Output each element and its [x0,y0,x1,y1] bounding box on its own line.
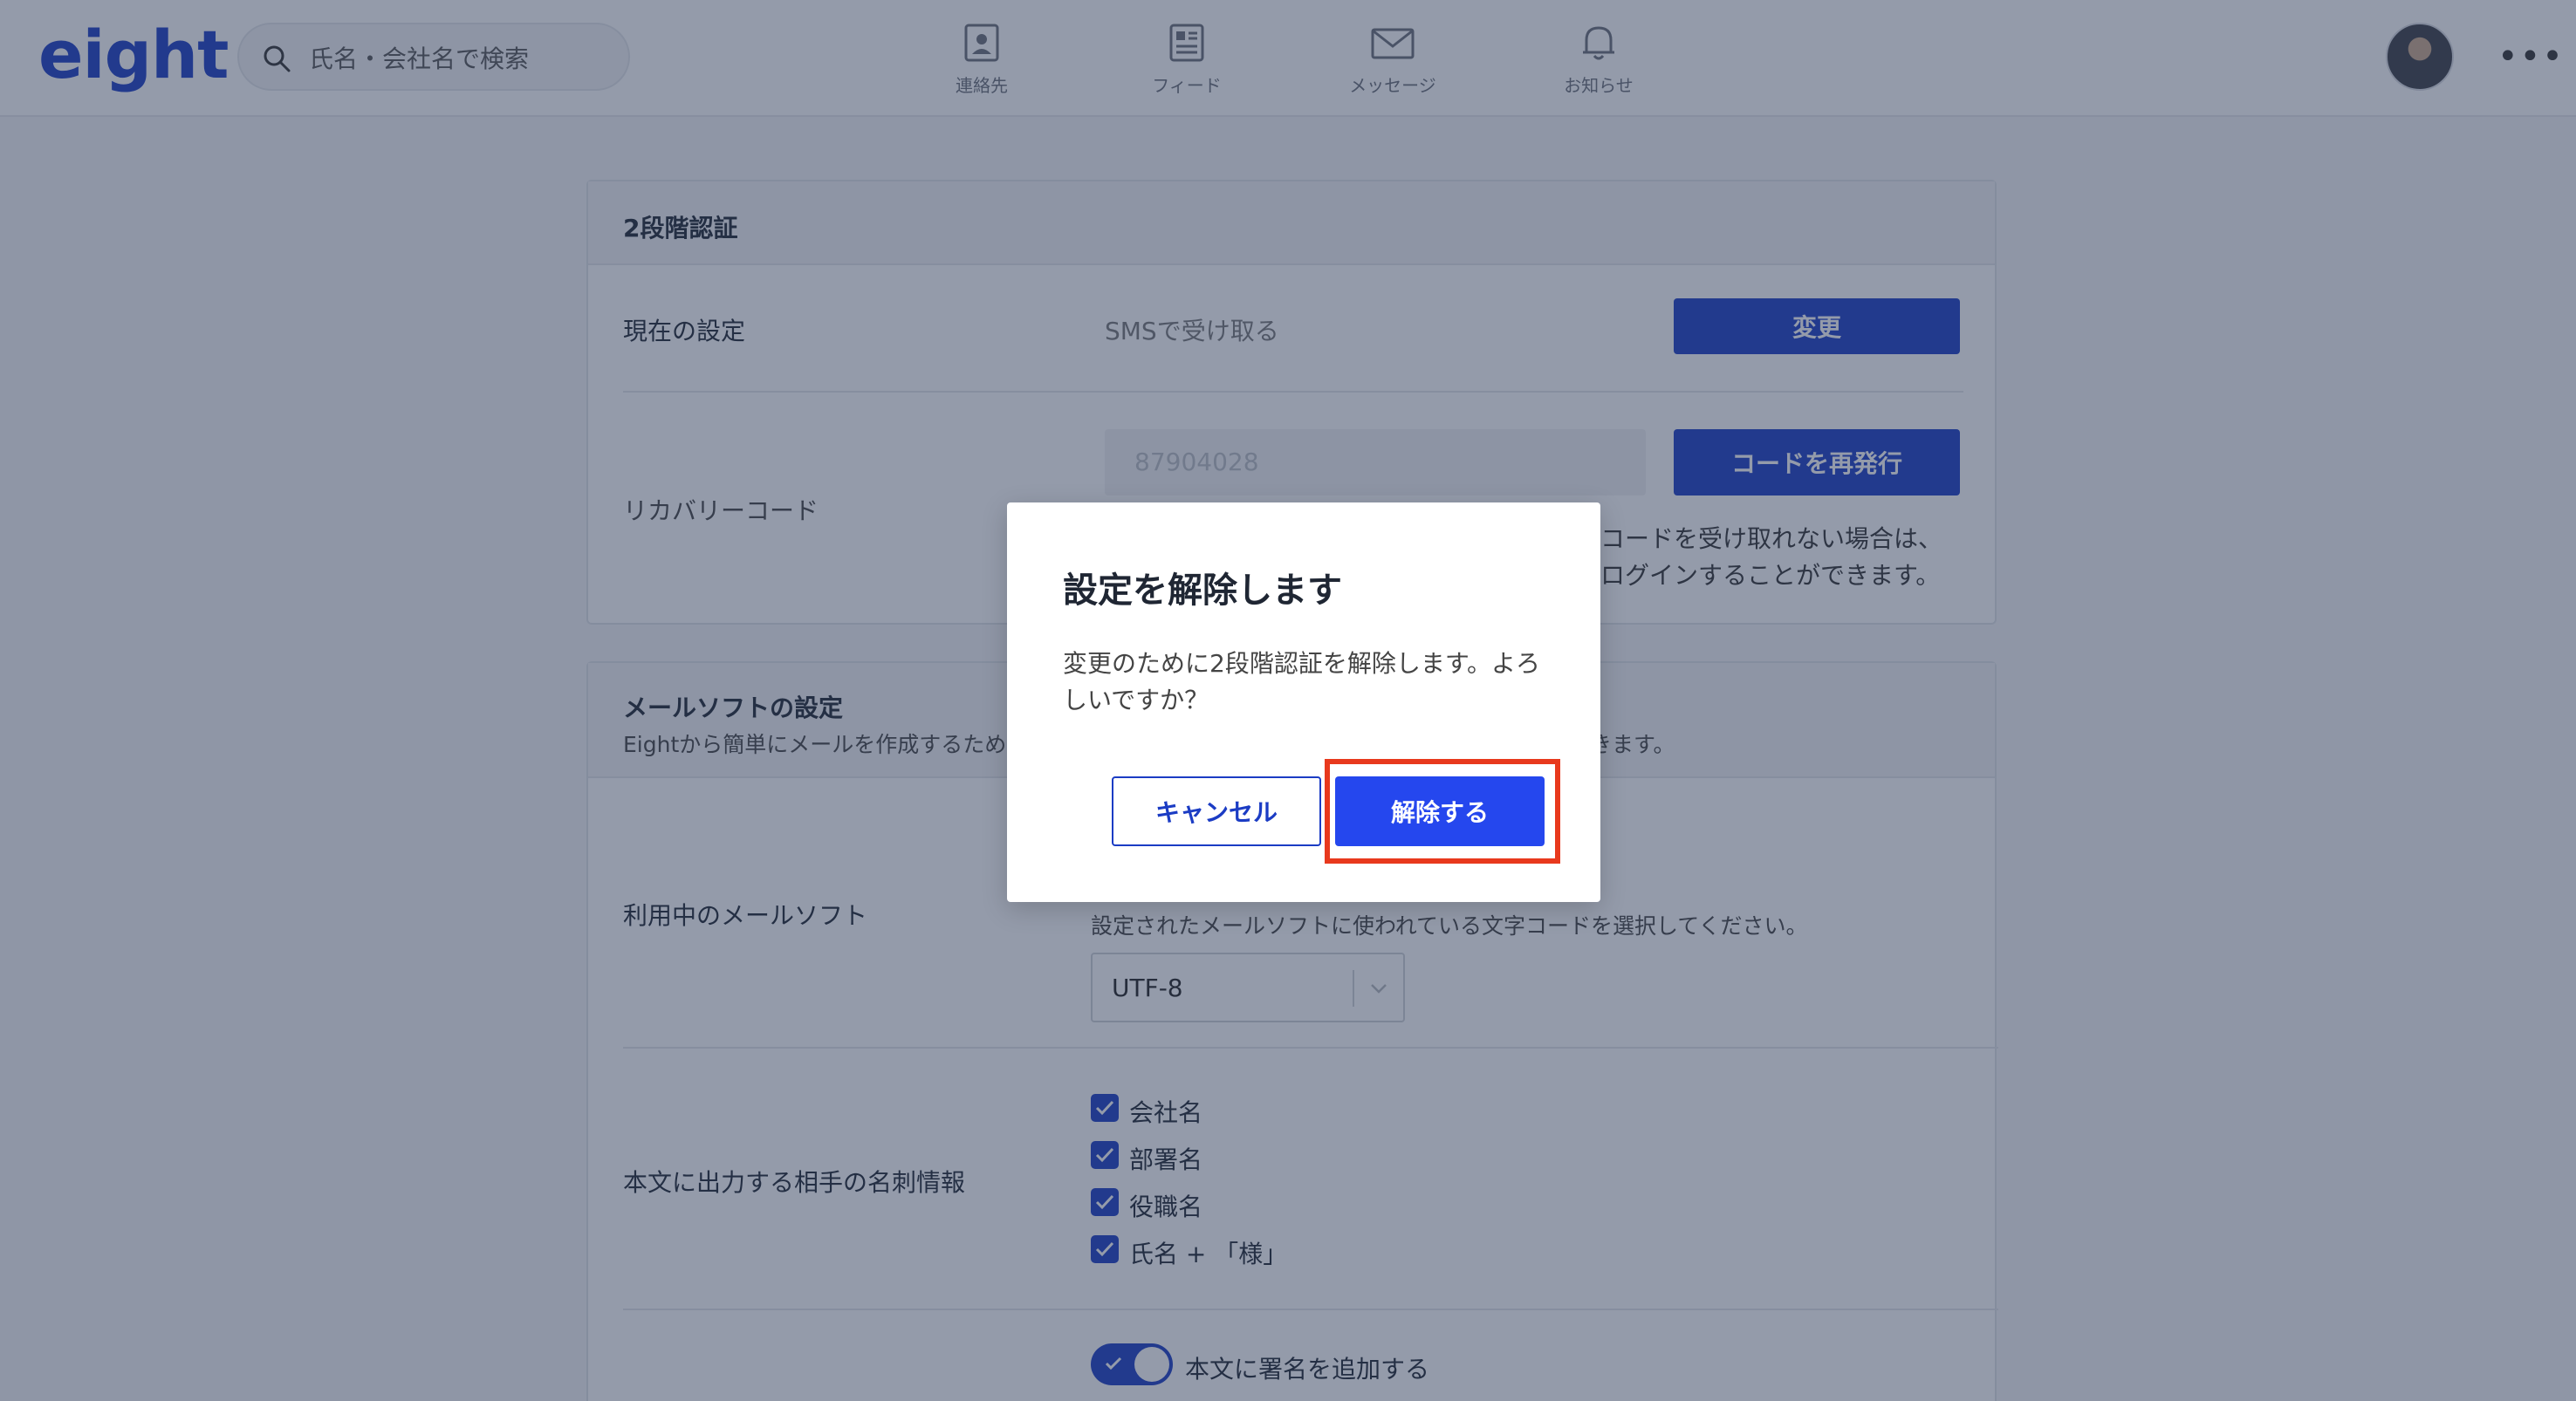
dialog-title: 設定を解除します [1063,571,1342,611]
dialog-message: 変更のために2段階認証を解除します。よろしいですか？ [1063,649,1541,714]
cancel-button[interactable]: キャンセル [1112,776,1321,846]
highlight-box [1325,759,1560,864]
